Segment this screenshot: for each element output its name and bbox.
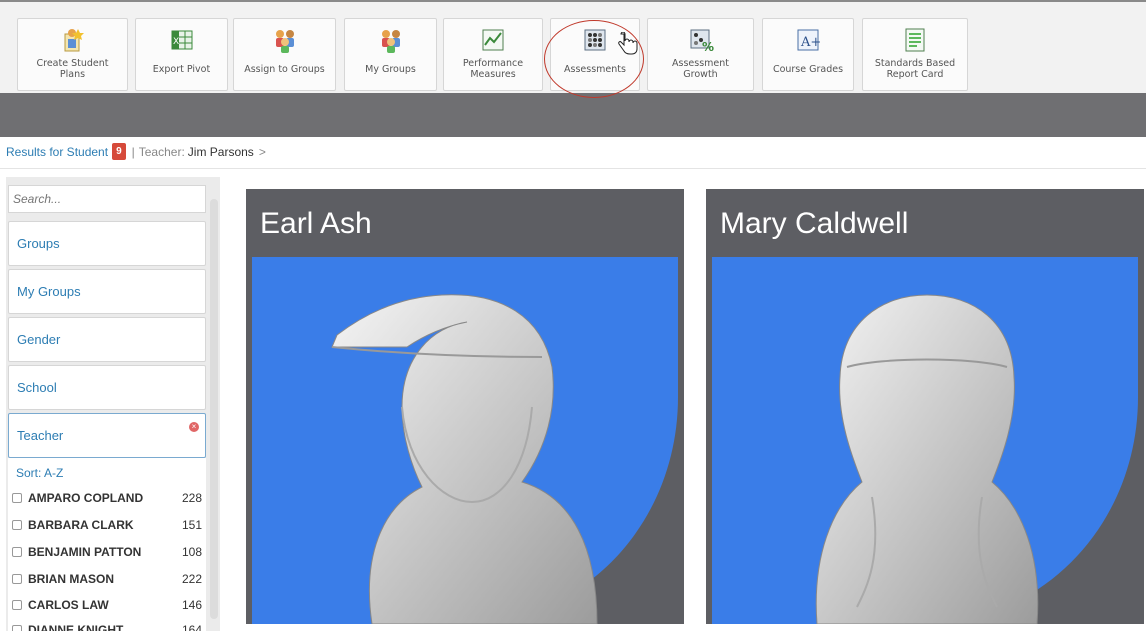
button-label: Assign to Groups [244, 64, 325, 75]
student-card[interactable]: Mary Caldwell [706, 189, 1144, 624]
filter-label: Teacher [17, 428, 64, 443]
toolbar-dark-band [0, 93, 1146, 137]
teacher-list-item[interactable]: BENJAMIN PATTON 108 [12, 542, 202, 562]
teacher-count: 146 [181, 598, 202, 612]
student-card[interactable]: Earl Ash [246, 189, 684, 624]
report-card-icon [905, 28, 925, 52]
svg-text:%: % [702, 40, 714, 53]
teacher-list-item[interactable]: BRIAN MASON 222 [12, 569, 202, 589]
standards-based-report-card-button[interactable]: Standards Based Report Card [862, 18, 968, 91]
assessment-growth-button[interactable]: % Assessment Growth [647, 18, 754, 91]
breadcrumb-teacher-name[interactable]: Jim Parsons [188, 145, 254, 159]
filter-label: My Groups [17, 284, 81, 299]
button-label: Standards Based Report Card [874, 58, 956, 80]
teacher-name: BRIAN MASON [28, 572, 114, 586]
teacher-name: AMPARO COPLAND [28, 491, 144, 505]
filter-teacher[interactable]: Teacher × [8, 413, 206, 458]
separator: | [131, 144, 135, 159]
male-student-avatar [252, 257, 678, 624]
filter-my-groups[interactable]: My Groups [8, 269, 206, 314]
button-label: Performance Measures [462, 58, 524, 80]
breadcrumb-teacher-label: Teacher: [138, 144, 185, 159]
hand-cursor-icon [618, 32, 638, 55]
svg-text:X: X [173, 37, 179, 47]
teacher-name: BARBARA CLARK [28, 518, 134, 532]
a-plus-icon: A+ [797, 29, 821, 51]
button-label: Assessments [564, 64, 626, 75]
clear-filter-icon[interactable]: × [189, 422, 199, 432]
filter-label: Gender [17, 332, 61, 347]
spreadsheet-icon: X [171, 30, 192, 50]
checkbox[interactable] [12, 574, 22, 584]
teacher-count: 228 [181, 491, 202, 505]
search-input[interactable] [8, 185, 206, 213]
results-bar: Results for Student 9 | Teacher: Jim Par… [0, 135, 1146, 169]
filter-school[interactable]: School [8, 365, 206, 410]
student-name: Earl Ash [260, 207, 372, 240]
people-group-icon [275, 30, 294, 53]
teacher-count: 151 [181, 518, 202, 532]
checkbox[interactable] [12, 493, 22, 503]
create-student-plans-button[interactable]: Create Student Plans [17, 18, 128, 91]
teacher-name: DIANNE KNIGHT [28, 623, 124, 631]
button-label: My Groups [365, 64, 416, 75]
filter-gender[interactable]: Gender [8, 317, 206, 362]
filter-label: Groups [17, 236, 60, 251]
teacher-count: 164 [181, 623, 202, 631]
checkbox[interactable] [12, 600, 22, 610]
my-groups-button[interactable]: My Groups [344, 18, 437, 91]
teacher-count: 222 [181, 572, 202, 586]
teacher-name: BENJAMIN PATTON [28, 545, 142, 559]
button-label: Course Grades [772, 64, 844, 75]
line-chart-icon [482, 29, 504, 51]
results-label: Results for Student [6, 144, 109, 159]
teacher-list-item[interactable]: BARBARA CLARK 151 [12, 515, 202, 535]
results-count-badge: 9 [112, 143, 126, 160]
button-label: Export Pivot [152, 64, 211, 75]
performance-measures-button[interactable]: Performance Measures [443, 18, 543, 91]
toolbar: Create Student Plans X Export Pivot Assi… [0, 0, 1146, 137]
teacher-list-panel: Sort: A-Z AMPARO COPLAND 228 BARBARA CLA… [8, 458, 206, 631]
create-plans-icon [64, 29, 84, 52]
teacher-name: CARLOS LAW [28, 598, 109, 612]
dot-grid-icon [584, 29, 606, 51]
people-group-icon [381, 30, 400, 53]
filter-groups[interactable]: Groups [8, 221, 206, 266]
teacher-list-item[interactable]: CARLOS LAW 146 [12, 595, 202, 615]
filter-label: School [17, 380, 57, 395]
teacher-count: 108 [181, 545, 202, 559]
growth-icon: % [690, 29, 714, 53]
button-label: Create Student Plans [36, 58, 109, 80]
svg-text:A+: A+ [800, 35, 821, 50]
export-pivot-button[interactable]: X Export Pivot [135, 18, 228, 91]
sort-toggle[interactable]: Sort: A-Z [16, 466, 63, 480]
student-name: Mary Caldwell [720, 207, 909, 240]
breadcrumb-chevron-icon[interactable]: > [259, 145, 266, 159]
checkbox[interactable] [12, 625, 22, 631]
course-grades-button[interactable]: A+ Course Grades [762, 18, 854, 91]
filter-sidebar: Groups My Groups Gender School Teacher ×… [6, 177, 220, 631]
checkbox[interactable] [12, 547, 22, 557]
teacher-list-item[interactable]: DIANNE KNIGHT 164 [12, 620, 202, 631]
teacher-list-item[interactable]: AMPARO COPLAND 228 [12, 488, 202, 508]
assign-to-groups-button[interactable]: Assign to Groups [233, 18, 336, 91]
button-label: Assessment Growth [672, 58, 729, 80]
checkbox[interactable] [12, 520, 22, 530]
female-student-avatar [712, 257, 1138, 624]
sidebar-scrollbar[interactable] [210, 199, 218, 619]
